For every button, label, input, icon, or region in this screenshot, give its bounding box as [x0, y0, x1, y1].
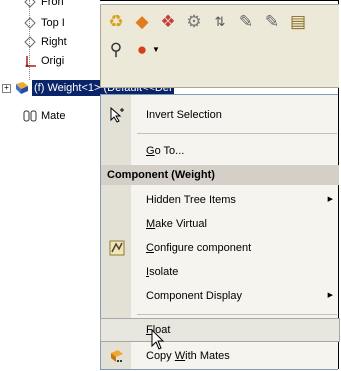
menu-item-isolate[interactable]: Isolate [101, 260, 339, 284]
menu-section-header: Component (Weight) [101, 165, 339, 185]
menu-item-make-virtual[interactable]: Make Virtual [101, 212, 339, 236]
menu-item-label: Hidden Tree Items [146, 194, 236, 206]
menu-item-float[interactable]: Float [100, 318, 340, 342]
menu-item-copy-with-mates[interactable]: Copy With Mates [101, 344, 339, 368]
menu-item-label: Isolate [146, 260, 178, 284]
menu-separator [137, 133, 337, 134]
label-rest: solate [149, 266, 179, 278]
document-icon[interactable]: ▤ [287, 11, 309, 33]
tree-item-mates[interactable]: Mate [0, 108, 100, 124]
submenu-arrow-icon: ▶ [327, 292, 333, 299]
tree-item-label: Origi [41, 55, 65, 67]
menu-item-component-display[interactable]: Component Display ▶ [101, 284, 339, 308]
mnemonic: W [174, 350, 186, 362]
menu-separator [137, 314, 337, 315]
menu-item-label: Go To... [146, 139, 184, 163]
menu-item-label: Invert Selection [146, 109, 222, 121]
label-part: Copy [146, 350, 172, 362]
expand-icon[interactable]: + [2, 84, 11, 93]
mnemonic: G [146, 145, 155, 157]
menu-item-label: Component Display [146, 290, 242, 302]
configure-component-icon [109, 240, 125, 256]
open-part-icon[interactable]: ♻ [105, 11, 127, 33]
mouse-cursor-icon [151, 329, 165, 350]
mates-icon [23, 110, 37, 122]
label-rest: ith Mates [185, 350, 230, 362]
configurations-icon[interactable]: ⚙ [183, 11, 205, 33]
component-icon [16, 82, 28, 94]
tree-item-label: Top I [41, 17, 65, 29]
plane-icon [24, 0, 36, 8]
origin-icon [25, 56, 36, 67]
label-rest: ake Virtual [155, 218, 207, 230]
mnemonic: M [146, 218, 156, 230]
section-title: Component (Weight) [107, 169, 215, 181]
tree-item-label: Mate [41, 110, 66, 122]
menu-item-hidden-tree-items[interactable]: Hidden Tree Items ▶ [101, 188, 339, 212]
feature-manager-tree: Fron Top I Right Origi + (f) Weight<1> (… [0, 0, 174, 371]
context-toolbar: ♻ ◆ ❖ ⚙ ⇅ ✎ ✎ ▤ ⚲ ● ▼ [100, 4, 339, 88]
sketch-icon[interactable]: ✎ [261, 11, 283, 33]
plane-icon [24, 36, 36, 48]
menu-item-label: Configure component [146, 236, 251, 260]
label-rest: onfigure component [153, 242, 252, 254]
tree-item-right-plane[interactable]: Right [0, 34, 100, 50]
chevron-down-icon[interactable]: ▼ [145, 39, 167, 61]
assembly-icon[interactable]: ◆ [131, 11, 153, 33]
tree-item-top-plane[interactable]: Top I [0, 15, 100, 31]
copy-with-mates-icon [109, 348, 125, 364]
submenu-arrow-icon: ▶ [327, 196, 333, 203]
label-rest: o To... [154, 145, 185, 157]
menu-item-label: Make Virtual [146, 212, 207, 236]
select-cursor-icon [109, 106, 125, 123]
tree-item-origin[interactable]: Origi [0, 53, 100, 69]
menu-item-invert-selection[interactable]: Invert Selection [101, 103, 339, 127]
component-properties-icon[interactable]: ❖ [157, 11, 179, 33]
menu-item-configure-component[interactable]: Configure component [101, 236, 339, 260]
plane-icon [24, 17, 36, 29]
menu-item-go-to[interactable]: Go To... [101, 139, 339, 163]
tree-item-front-plane[interactable]: Fron [0, 0, 100, 10]
zoom-icon[interactable]: ⚲ [105, 39, 127, 61]
context-menu: Invert Selection Go To... Component (Wei… [100, 94, 340, 370]
edit-icon[interactable]: ✎ [235, 11, 257, 33]
mnemonic: C [146, 242, 154, 254]
reorder-icon[interactable]: ⇅ [209, 11, 231, 33]
tree-item-label: Right [41, 36, 67, 48]
tree-item-label: Fron [41, 0, 64, 8]
